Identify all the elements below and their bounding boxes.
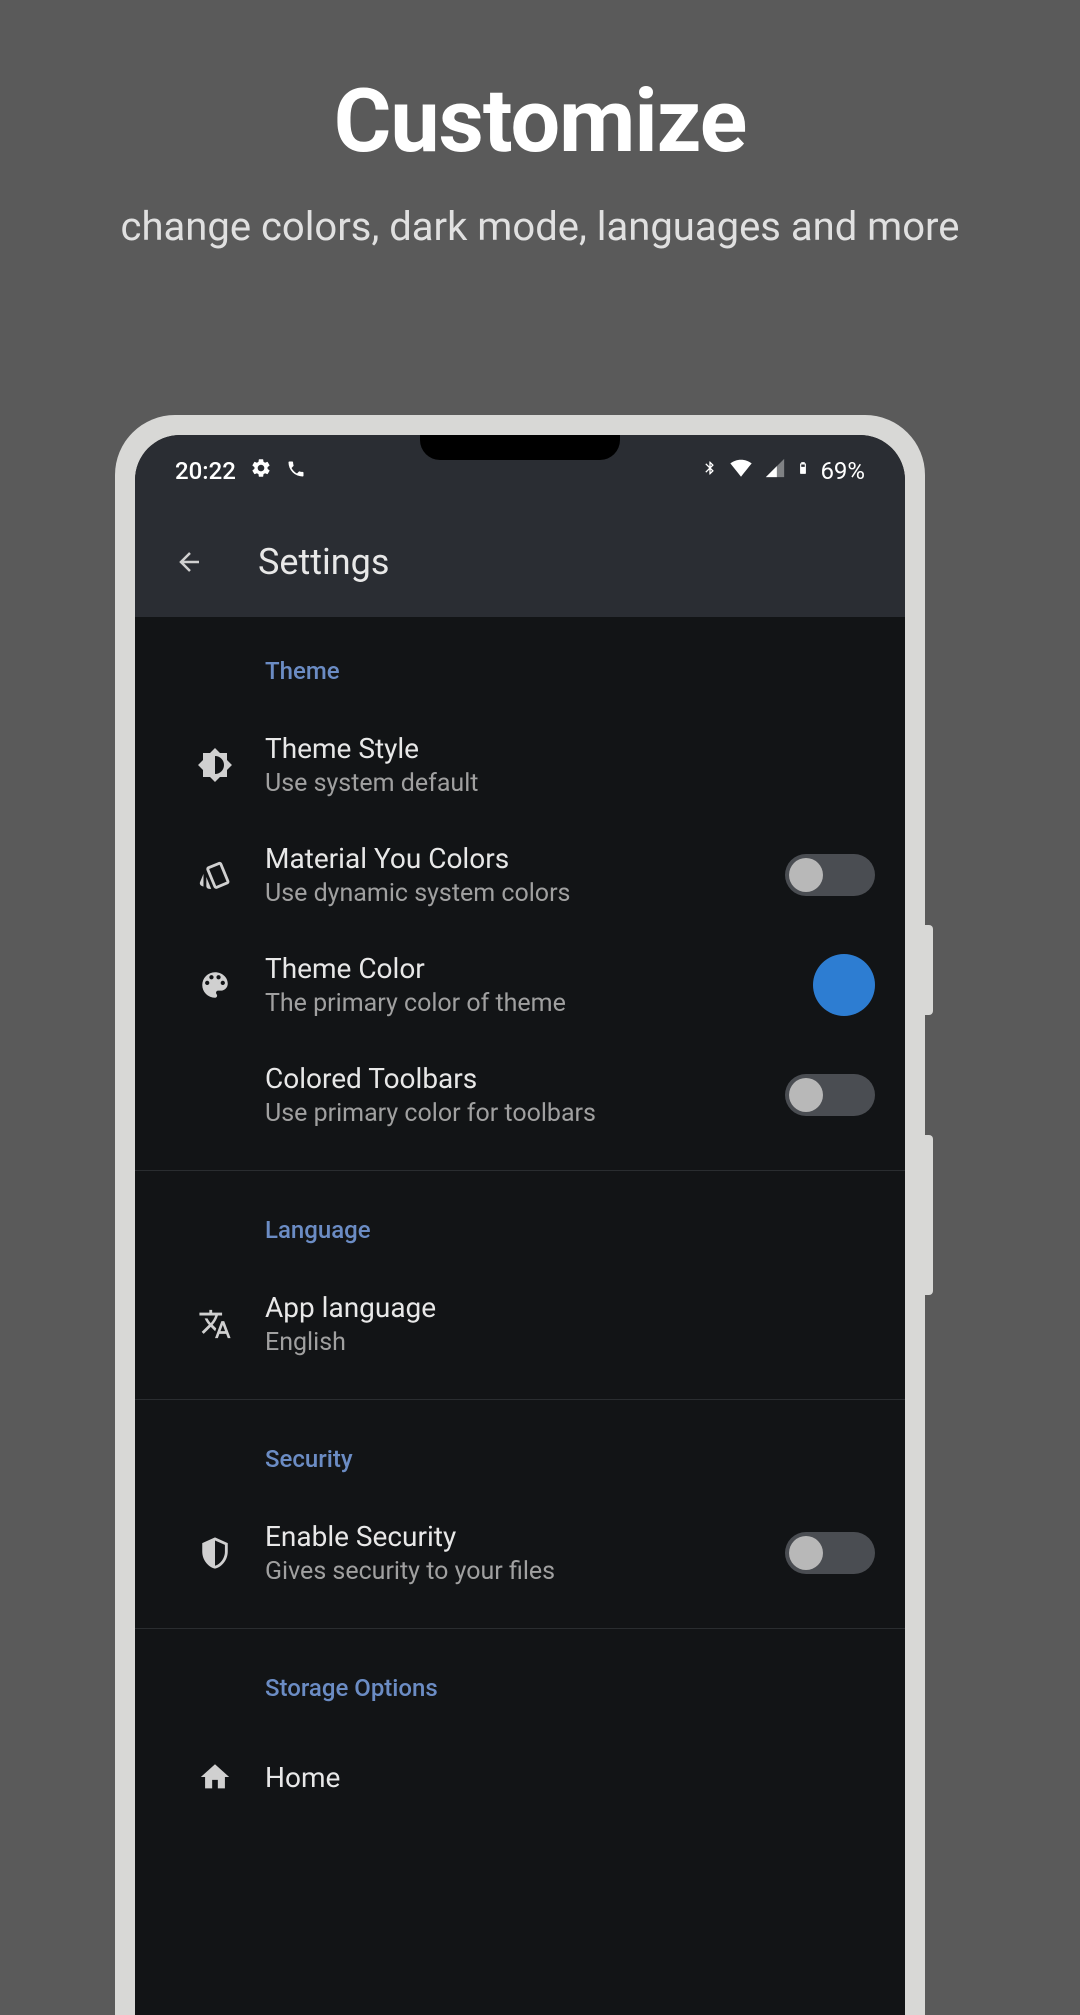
section-header-storage: Storage Options: [135, 1629, 905, 1727]
setting-title: Material You Colors: [265, 842, 765, 875]
setting-title: Home: [265, 1761, 875, 1794]
section-header-language: Language: [135, 1171, 905, 1269]
home-icon: [165, 1760, 265, 1794]
setting-colored-toolbars[interactable]: Colored Toolbars Use primary color for t…: [135, 1040, 905, 1150]
wifi-icon: [728, 457, 754, 485]
arrow-back-icon: [174, 547, 204, 577]
setting-control: [813, 954, 875, 1016]
toggle-material-you[interactable]: [785, 854, 875, 896]
setting-material-you[interactable]: Material You Colors Use dynamic system c…: [135, 820, 905, 930]
setting-home[interactable]: Home: [135, 1727, 905, 1827]
setting-title: Colored Toolbars: [265, 1062, 765, 1095]
app-bar: Settings: [135, 507, 905, 617]
setting-content: App language English: [265, 1291, 875, 1357]
phone-frame: 20:22: [115, 415, 925, 2015]
setting-content: Enable Security Gives security to your f…: [265, 1520, 765, 1586]
setting-control: [785, 1532, 875, 1574]
setting-title: Theme Style: [265, 732, 875, 765]
setting-content: Material You Colors Use dynamic system c…: [265, 842, 765, 908]
palette-icon: [165, 968, 265, 1002]
settings-icon: [250, 457, 272, 485]
section-header-theme: Theme: [135, 617, 905, 710]
setting-control: [785, 854, 875, 896]
toggle-knob: [789, 1078, 823, 1112]
status-left: 20:22: [175, 457, 306, 485]
battery-percent: 69%: [820, 457, 865, 485]
phone-side-button: [925, 925, 933, 1015]
toggle-knob: [789, 1536, 823, 1570]
translate-icon: [165, 1307, 265, 1341]
setting-subtitle: Use primary color for toolbars: [265, 1099, 765, 1128]
phone-inner: 20:22: [135, 435, 905, 2015]
phone-icon: [286, 457, 306, 485]
status-time: 20:22: [175, 457, 236, 485]
bluetooth-icon: [702, 457, 718, 485]
setting-content: Theme Color The primary color of theme: [265, 952, 793, 1018]
promo-title: Customize: [0, 70, 1080, 173]
app-screen: 20:22: [135, 435, 905, 2015]
app-bar-title: Settings: [258, 541, 389, 583]
signal-icon: [764, 457, 786, 485]
toggle-knob: [789, 858, 823, 892]
toggle-enable-security[interactable]: [785, 1532, 875, 1574]
section-header-security: Security: [135, 1400, 905, 1498]
battery-icon: [796, 456, 810, 486]
setting-subtitle: English: [265, 1328, 875, 1357]
toggle-colored-toolbars[interactable]: [785, 1074, 875, 1116]
setting-app-language[interactable]: App language English: [135, 1269, 905, 1379]
setting-theme-color[interactable]: Theme Color The primary color of theme: [135, 930, 905, 1040]
setting-subtitle: Use dynamic system colors: [265, 879, 765, 908]
setting-content: Home: [265, 1761, 875, 1794]
setting-title: Theme Color: [265, 952, 793, 985]
back-button[interactable]: [165, 538, 213, 586]
shield-icon: [165, 1536, 265, 1570]
settings-list[interactable]: Theme Theme Style Use system default: [135, 617, 905, 2015]
setting-subtitle: Gives security to your files: [265, 1557, 765, 1586]
setting-subtitle: Use system default: [265, 769, 875, 798]
setting-enable-security[interactable]: Enable Security Gives security to your f…: [135, 1498, 905, 1608]
phone-side-button: [925, 1135, 933, 1295]
setting-title: Enable Security: [265, 1520, 765, 1553]
setting-subtitle: The primary color of theme: [265, 989, 793, 1018]
setting-control: [785, 1074, 875, 1116]
brightness-icon: [165, 747, 265, 783]
setting-title: App language: [265, 1291, 875, 1324]
setting-content: Theme Style Use system default: [265, 732, 875, 798]
setting-content: Colored Toolbars Use primary color for t…: [265, 1062, 765, 1128]
status-right: 69%: [702, 456, 865, 486]
color-swatch[interactable]: [813, 954, 875, 1016]
phone-notch: [420, 435, 620, 460]
style-icon: [165, 858, 265, 892]
setting-theme-style[interactable]: Theme Style Use system default: [135, 710, 905, 820]
promo-subtitle: change colors, dark mode, languages and …: [0, 203, 1080, 250]
